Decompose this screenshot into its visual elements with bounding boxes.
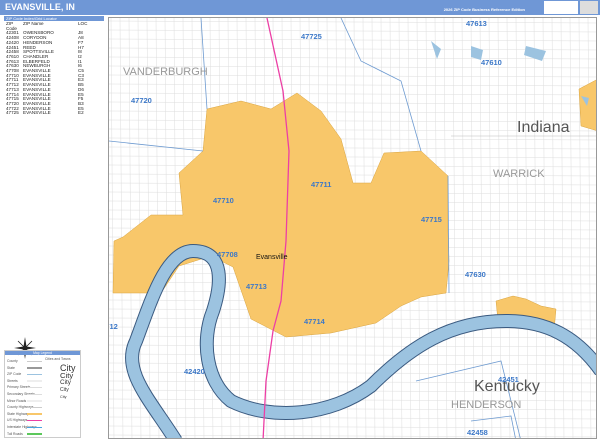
legend-line-swatch — [27, 426, 42, 428]
table-row: 47725 EVANSVILLE E2 — [6, 111, 102, 116]
legend-item-label: Streets — [7, 378, 18, 383]
edition-label: 2026 ZIP Code Business Reference Edition — [443, 7, 525, 12]
zip-label-47710: 47710 — [213, 196, 234, 205]
legend-city-sample: City — [60, 387, 69, 393]
legend-item-label: Toll Roads — [7, 431, 23, 436]
legend-line-swatch — [27, 406, 42, 409]
map-title: EVANSVILLE, IN — [5, 2, 75, 12]
zip-label-47714: 47714 — [304, 317, 326, 326]
legend-city-sample: City — [60, 395, 67, 399]
zip-label-42458: 42458 — [467, 428, 488, 437]
zip-label-47613: 47613 — [466, 19, 487, 28]
zip-label-47630: 47630 — [465, 270, 486, 279]
county-label-henderson: HENDERSON — [451, 399, 521, 411]
zip-label-47725: 47725 — [301, 32, 322, 41]
legend-line-swatch — [27, 433, 42, 435]
legend-line-swatch — [27, 393, 42, 395]
zip-table: ZIP Code ZIP Name LOC 42301 OWENSBORO J8 42408… — [6, 21, 102, 116]
zip-area-northeast — [578, 79, 596, 131]
zip-label-47708: 47708 — [217, 250, 238, 259]
city-label-evansville: Evansville — [256, 254, 288, 261]
legend-line-swatch — [27, 380, 42, 382]
zip-label-47713: 47713 — [246, 282, 267, 291]
zip-label-47712: 47712 — [109, 322, 118, 331]
county-label-warrick: WARRICK — [493, 168, 545, 180]
legend-city-title: Cities and Towns — [45, 357, 71, 361]
market-maps-logo — [544, 1, 578, 14]
zip-table-title: ZIP Code Index/Grid Locator — [4, 16, 104, 21]
legend-city-sample: City — [60, 379, 72, 386]
legend-item-label: Minor Roads — [7, 398, 27, 403]
zip-label-47715: 47715 — [421, 215, 442, 224]
zip-name: EVANSVILLE — [23, 110, 51, 116]
map-canvas[interactable]: VANDERBURGH WARRICK Indiana Kentucky HEN… — [108, 17, 597, 439]
grid-loc: E2 — [78, 110, 84, 116]
legend-line-swatch — [27, 419, 42, 422]
zip-table-header: ZIP Code ZIP Name LOC — [6, 21, 102, 31]
sidebar: ZIP Code Index/Grid Locator ZIP Code ZIP … — [0, 15, 106, 440]
legend-line-swatch — [27, 360, 42, 362]
water-bodies — [431, 41, 589, 106]
legend-item-label: State — [7, 365, 15, 370]
zip-label-47720: 47720 — [131, 96, 152, 105]
legend-item-label: County — [7, 359, 18, 363]
county-label-vanderburgh: VANDERBURGH — [123, 66, 208, 78]
map-svg: VANDERBURGH WARRICK Indiana Kentucky HEN… — [109, 18, 596, 438]
zip-label-42420: 42420 — [184, 367, 205, 376]
legend-line-swatch — [27, 386, 42, 389]
map-legend: Map Legend County State ZIP Code Streets Pri… — [4, 350, 81, 438]
zip-code: 47725 — [6, 110, 19, 116]
legend-line-swatch — [27, 413, 42, 415]
legend-line-swatch — [27, 367, 42, 369]
legend-item-label: ZIP Code — [7, 372, 22, 377]
publisher-badge — [580, 1, 598, 14]
legend-line-swatch — [27, 400, 42, 402]
zip-label-42451: 42451 — [498, 375, 519, 384]
zip-label-47711: 47711 — [311, 180, 331, 189]
legend-item-label: US Highways — [7, 418, 28, 423]
legend-line-swatch — [27, 373, 42, 376]
zip-label-47610: 47610 — [481, 58, 502, 67]
header-bar: EVANSVILLE, IN 2026 ZIP Code Business Re… — [0, 0, 600, 15]
state-label-indiana: Indiana — [517, 119, 570, 136]
legend-title: Map Legend — [5, 351, 80, 355]
